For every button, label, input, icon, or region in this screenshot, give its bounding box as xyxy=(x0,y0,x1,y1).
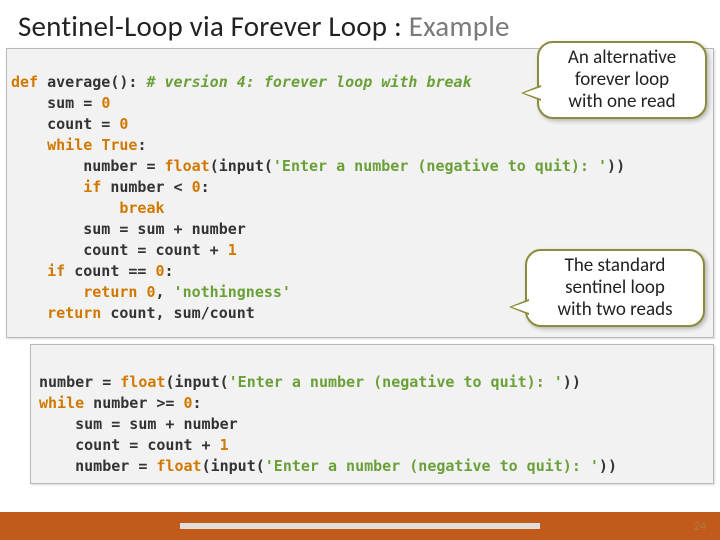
footer-accent xyxy=(180,523,540,529)
callout-sentinel-loop: The standard sentinel loop with two read… xyxy=(525,249,705,327)
title-example: Example xyxy=(409,8,510,44)
code-block-forever-loop: def average(): # version 4: forever loop… xyxy=(6,48,714,338)
footer-bar xyxy=(0,512,720,540)
code-block-sentinel-loop: number = float(input('Enter a number (ne… xyxy=(30,344,714,484)
page-number: 24 xyxy=(694,520,706,534)
callout-tail-icon xyxy=(509,299,529,315)
title-main: Sentinel-Loop via Forever Loop : xyxy=(18,8,409,44)
callout-forever-loop: An alternative forever loop with one rea… xyxy=(537,41,707,119)
callout-tail-icon xyxy=(521,85,541,101)
